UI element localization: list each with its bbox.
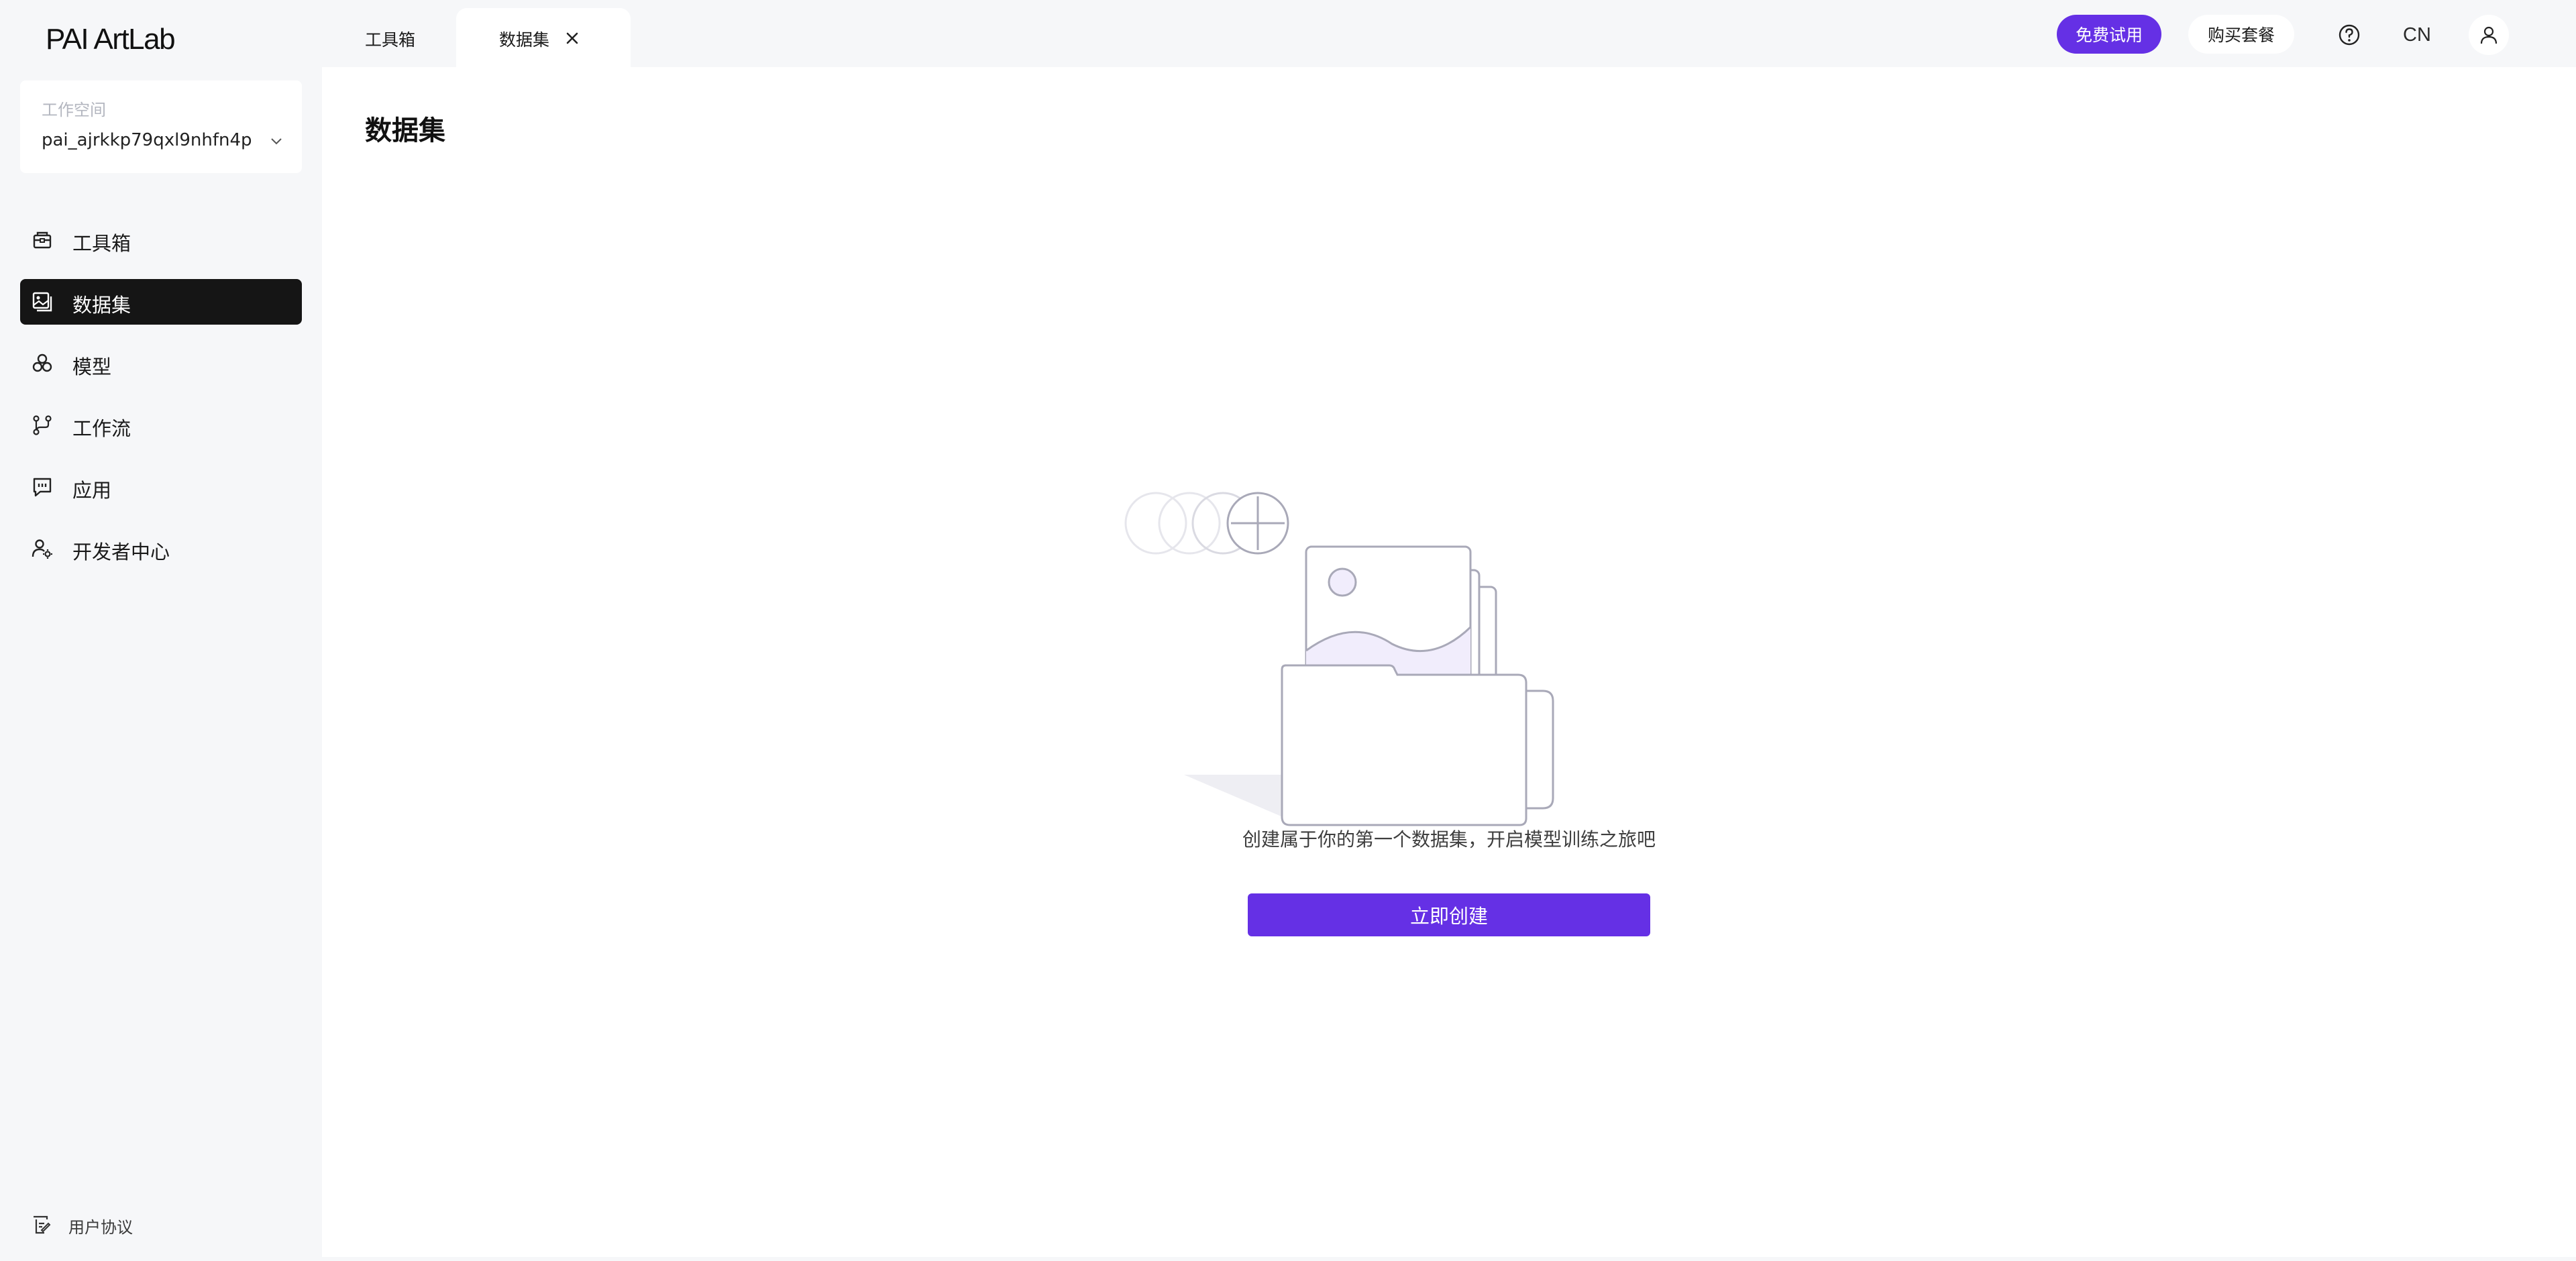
sidebar-item-dataset[interactable]: 数据集 xyxy=(20,279,302,325)
sidebar-item-label: 模型 xyxy=(72,355,112,378)
main-content: 数据集 创建属于你的第一个数据集，开启模型训练之旅吧 立即创建 xyxy=(322,67,2576,1257)
app-root: PAI ArtLab 工作空间 pai_ajrkkp79qxl9nhfn4p 工… xyxy=(0,0,2576,1261)
app-icon xyxy=(33,478,52,497)
buy-plan-button[interactable]: 购买套餐 xyxy=(2188,15,2294,54)
close-icon[interactable] xyxy=(562,28,582,48)
sidebar-item-label: 工作流 xyxy=(72,417,131,440)
dataset-icon xyxy=(32,292,52,312)
workspace-selector[interactable]: 工作空间 pai_ajrkkp79qxl9nhfn4p xyxy=(20,80,302,173)
sidebar-item-developer[interactable]: 开发者中心 xyxy=(20,526,302,571)
model-icon xyxy=(32,353,52,372)
sidebar-item-label: 开发者中心 xyxy=(72,541,170,563)
language-switch[interactable]: CN xyxy=(2403,24,2431,46)
empty-folder-illustration-icon xyxy=(1124,492,1554,826)
sidebar-item-model[interactable]: 模型 xyxy=(20,341,302,386)
toolbox-icon xyxy=(33,231,52,249)
sidebar-item-workflow[interactable]: 工作流 xyxy=(20,402,302,448)
sidebar-item-label: 工具箱 xyxy=(72,232,131,255)
tab-dataset[interactable]: 数据集 xyxy=(456,8,631,68)
developer-icon xyxy=(32,539,52,559)
app-logo: PAI ArtLab xyxy=(46,23,176,56)
sidebar-item-toolbox[interactable]: 工具箱 xyxy=(20,217,302,263)
page-title: 数据集 xyxy=(365,115,445,146)
create-now-button[interactable]: 立即创建 xyxy=(1248,893,1650,936)
agreement-icon xyxy=(34,1215,51,1234)
workspace-value: pai_ajrkkp79qxl9nhfn4p xyxy=(42,130,252,150)
sidebar-item-label: 应用 xyxy=(72,479,112,502)
tab-label: 数据集 xyxy=(499,30,550,50)
help-icon[interactable] xyxy=(2337,23,2361,47)
empty-state-text: 创建属于你的第一个数据集，开启模型训练之旅吧 xyxy=(1242,828,1656,851)
sidebar-item-app[interactable]: 应用 xyxy=(20,464,302,510)
sidebar: PAI ArtLab 工作空间 pai_ajrkkp79qxl9nhfn4p 工… xyxy=(0,0,322,1261)
free-trial-button[interactable]: 免费试用 xyxy=(2057,15,2161,54)
workspace-label: 工作空间 xyxy=(42,101,106,119)
user-icon xyxy=(2480,26,2498,44)
tab-toolbox[interactable]: 工具箱 xyxy=(365,27,415,51)
sidebar-item-label: 数据集 xyxy=(72,294,131,317)
avatar[interactable] xyxy=(2469,15,2509,55)
user-agreement-label: 用户协议 xyxy=(68,1218,133,1237)
workflow-icon xyxy=(33,415,52,435)
chevron-down-icon xyxy=(271,138,282,145)
